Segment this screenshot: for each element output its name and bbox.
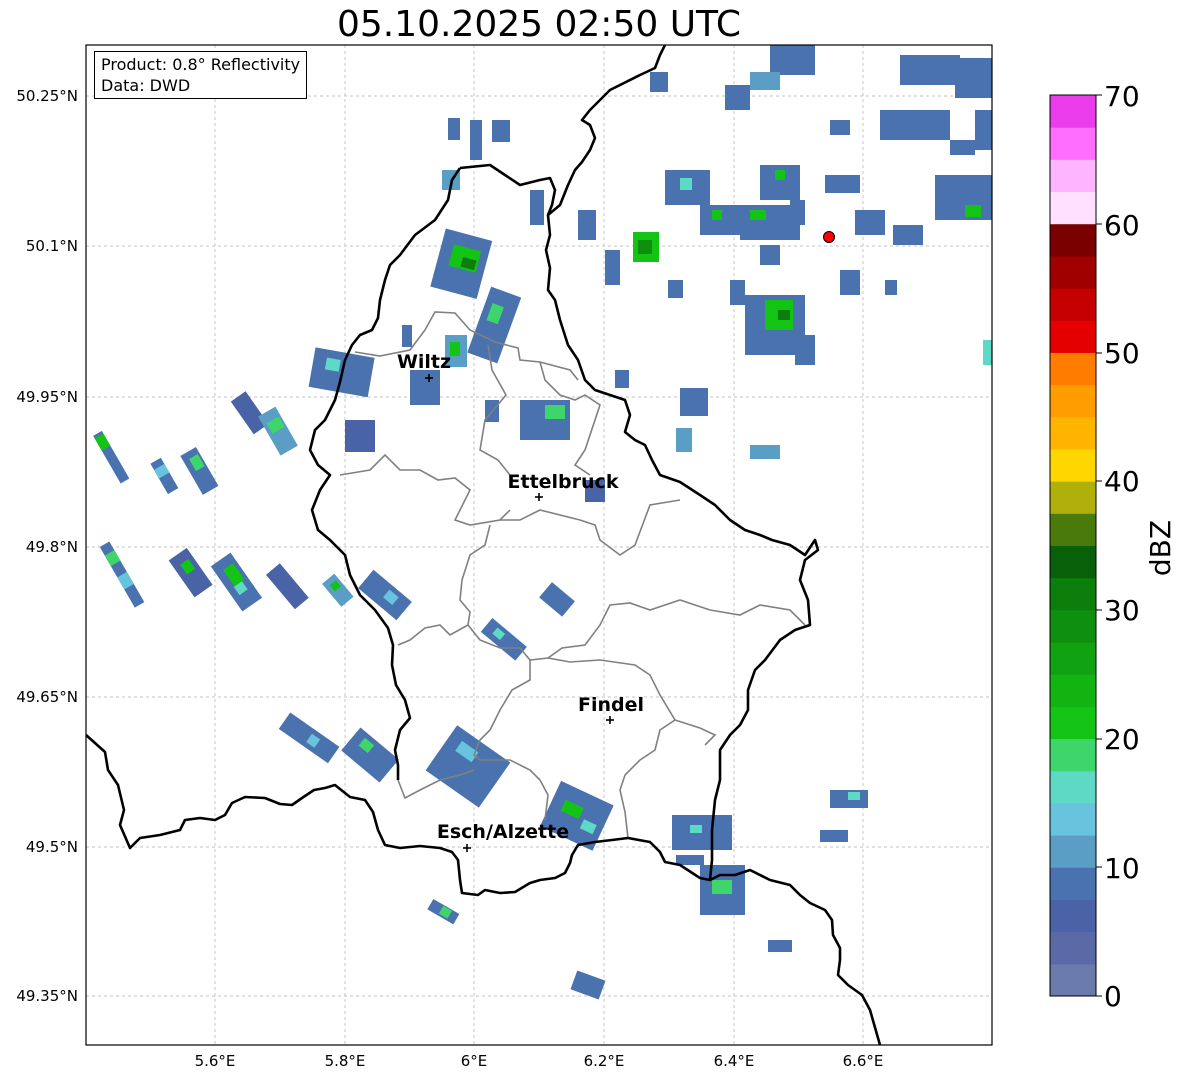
lon-tick: 5.6°E <box>195 1052 236 1070</box>
city-label-ettelbruck: Ettelbruck <box>508 471 619 493</box>
lat-tick: 49.35°N <box>16 987 78 1005</box>
colorbar-segment <box>1050 963 1096 997</box>
radar-map: Wiltz Ettelbruck Findel Esch/Alzette 5.6… <box>16 44 1177 1070</box>
colorbar-segment <box>1050 802 1096 836</box>
colorbar-tick: 40 <box>1104 465 1140 498</box>
colorbar-label: dBZ <box>1144 520 1177 576</box>
lon-tick: 6.6°E <box>843 1052 884 1070</box>
colorbar-segment <box>1050 191 1096 225</box>
colorbar-tick: 70 <box>1104 80 1140 113</box>
colorbar-segment <box>1050 384 1096 418</box>
radar-site-marker <box>823 231 835 243</box>
colorbar-segment <box>1050 95 1096 128</box>
colorbar-segment <box>1050 320 1096 353</box>
lat-tick: 49.95°N <box>16 388 78 406</box>
colorbar-segment <box>1050 642 1096 675</box>
info-box: Product: 0.8° Reflectivity Data: DWD <box>94 51 308 99</box>
lat-tick: 49.5°N <box>26 838 78 856</box>
lon-tick: 6°E <box>461 1052 488 1070</box>
city-label-wiltz: Wiltz <box>397 351 451 373</box>
colorbar-segment <box>1050 481 1096 514</box>
colorbar-tick: 10 <box>1104 852 1140 885</box>
colorbar-segment <box>1050 577 1096 611</box>
lat-tick: 49.8°N <box>26 538 78 556</box>
colorbar-segment <box>1050 609 1096 643</box>
colorbar-segment <box>1050 448 1096 482</box>
colorbar-segment <box>1050 255 1096 289</box>
colorbar-segment <box>1050 867 1096 900</box>
lon-tick: 6.2°E <box>584 1052 625 1070</box>
longitude-ticks: 5.6°E 5.8°E 6°E 6.2°E 6.4°E 6.6°E <box>195 1052 884 1070</box>
lat-tick: 50.1°N <box>26 237 78 255</box>
colorbar-segment <box>1050 770 1096 804</box>
latitude-ticks: 50.25°N 50.1°N 49.95°N 49.8°N 49.65°N 49… <box>16 87 78 1005</box>
city-label-esch: Esch/Alzette <box>437 821 569 843</box>
colorbar-tick: 60 <box>1104 209 1140 242</box>
city-label-findel: Findel <box>578 694 644 716</box>
colorbar-tick: 30 <box>1104 594 1140 627</box>
colorbar-tick: 20 <box>1104 723 1140 756</box>
colorbar-segment <box>1050 674 1096 707</box>
lon-tick: 6.4°E <box>714 1052 755 1070</box>
colorbar-segment <box>1050 159 1096 193</box>
colorbar-segment <box>1050 738 1096 772</box>
colorbar-segment <box>1050 706 1096 740</box>
map-title: 05.10.2025 02:50 UTC <box>336 4 742 45</box>
product-label: Product: 0.8° Reflectivity <box>101 55 301 74</box>
lat-tick: 50.25°N <box>16 87 78 105</box>
colorbar-segment <box>1050 513 1096 546</box>
colorbar-segment <box>1050 127 1096 160</box>
colorbar <box>1050 95 1096 997</box>
colorbar-tick: 50 <box>1104 337 1140 370</box>
lon-tick: 5.8°E <box>325 1052 366 1070</box>
colorbar-segment <box>1050 545 1096 579</box>
colorbar-segment <box>1050 288 1096 321</box>
colorbar-segment <box>1050 416 1096 450</box>
colorbar-tick: 0 <box>1104 980 1122 1013</box>
lat-tick: 49.65°N <box>16 688 78 706</box>
data-source-label: Data: DWD <box>101 76 191 95</box>
colorbar-segment <box>1050 931 1096 965</box>
colorbar-segment <box>1050 223 1096 257</box>
colorbar-segment <box>1050 352 1096 386</box>
colorbar-ticks: 0 10 20 30 40 50 60 70 <box>1096 80 1140 1013</box>
colorbar-segment <box>1050 899 1096 933</box>
colorbar-segment <box>1050 835 1096 868</box>
